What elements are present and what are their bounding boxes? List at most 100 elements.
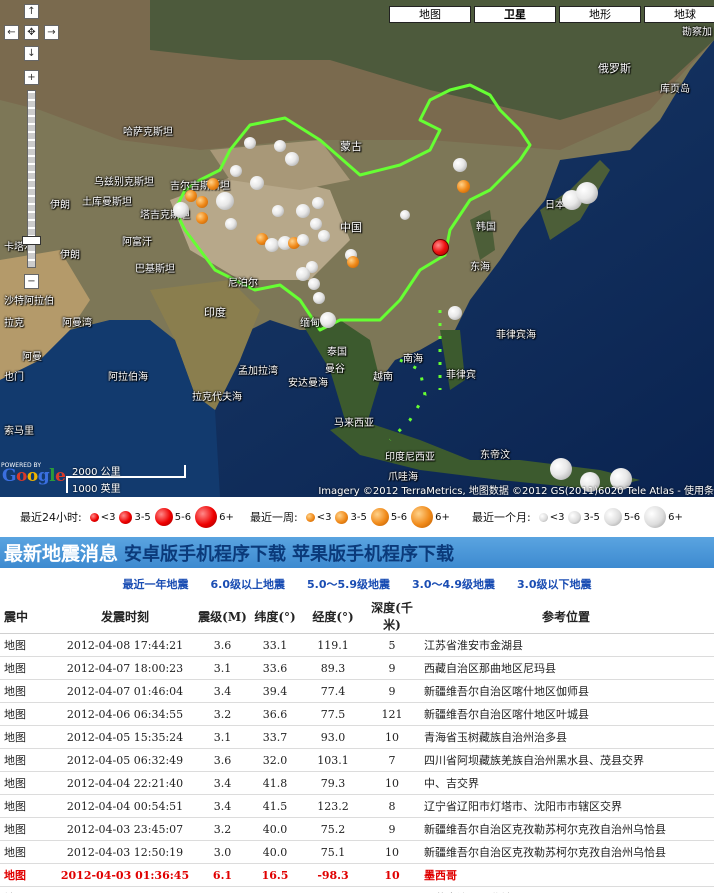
- epicenter-map-link[interactable]: 地图: [0, 679, 55, 703]
- pan-down-icon[interactable]: ↓: [24, 46, 39, 61]
- epicenter-map-link[interactable]: 地图: [0, 771, 55, 795]
- epicenter-map-link[interactable]: 地图: [0, 886, 55, 893]
- quake-marker[interactable]: [296, 204, 310, 218]
- scale-mi-label: 1000 英里: [72, 484, 121, 495]
- android-app-download-link[interactable]: 安卓版手机程序下载: [124, 540, 286, 566]
- filter-last-year-link[interactable]: 最近一年地震: [123, 576, 189, 596]
- quake-marker[interactable]: [308, 278, 320, 290]
- epicenter-map-link[interactable]: 地图: [0, 702, 55, 726]
- quake-marker[interactable]: [320, 312, 336, 328]
- table-row[interactable]: 地图 2012-04-03 12:50:19 3.0 40.0 75.1 10 新疆维吾尔自…: [0, 840, 714, 864]
- table-row[interactable]: 地图 2012-04-04 22:21:40 3.4 41.8 79.3 10 中、吉交界: [0, 771, 714, 795]
- pan-right-icon[interactable]: →: [44, 25, 59, 40]
- location-cell: 四川省阿坝藏族羌族自治州黑水县、茂县交界: [418, 748, 714, 772]
- filter-6plus-link[interactable]: 6.0级以上地震: [211, 576, 286, 596]
- quake-marker[interactable]: [285, 152, 299, 166]
- epicenter-map-link[interactable]: 地图: [0, 633, 55, 657]
- table-row[interactable]: 地图 2012-04-03 01:36:45 6.1 16.5 -98.3 10 墨西哥: [0, 863, 714, 887]
- table-row[interactable]: 地图 2012-04-03 23:45:07 3.2 40.0 75.2 9 新疆维吾尔自治…: [0, 817, 714, 841]
- quake-marker[interactable]: [207, 178, 219, 190]
- quake-marker[interactable]: [230, 165, 242, 177]
- quake-marker[interactable]: [576, 182, 598, 204]
- epicenter-map-link[interactable]: 地图: [0, 748, 55, 772]
- longitude-cell: 103.1: [300, 748, 366, 772]
- quake-marker[interactable]: [196, 212, 208, 224]
- quake-marker[interactable]: [274, 140, 286, 152]
- zoom-in-icon[interactable]: +: [24, 70, 39, 85]
- quake-marker[interactable]: [216, 192, 234, 210]
- longitude-cell: 88.0: [300, 886, 366, 893]
- quake-marker[interactable]: [310, 218, 322, 230]
- quake-marker[interactable]: [225, 218, 237, 230]
- quake-marker[interactable]: [318, 230, 330, 242]
- map-label: 孟加拉湾: [238, 366, 278, 377]
- depth-cell: 121: [366, 702, 418, 726]
- map-type-map-button[interactable]: 地图: [389, 6, 471, 23]
- table-row[interactable]: 地图 2012-04-07 18:00:23 3.1 33.6 89.3 9 西藏自治区那曲…: [0, 656, 714, 680]
- epicenter-map-link[interactable]: 地图: [0, 840, 55, 864]
- map-type-earth-button[interactable]: 地球: [644, 6, 714, 23]
- earthquake-table: 震中 发震时刻 震级(M) 纬度(°) 经度(°) 深度(千米) 参考位置 地图…: [0, 599, 714, 893]
- table-row[interactable]: 地图 2012-04-05 15:35:24 3.1 33.7 93.0 10 青海省玉树藏…: [0, 725, 714, 749]
- table-row[interactable]: 地图 2012-04-07 01:46:04 3.4 39.4 77.4 9 新疆维吾尔自治…: [0, 679, 714, 703]
- filter-3-to-4_9-link[interactable]: 3.0～4.9级地震: [412, 576, 495, 596]
- map-label: 索马里: [4, 426, 34, 437]
- longitude-cell: -98.3: [300, 863, 366, 887]
- map-label: 拉克: [4, 318, 24, 329]
- earthquake-map[interactable]: 俄罗斯 日本 哈萨克斯坦 蒙古 乌兹别克斯坦 吉尔吉斯斯坦 土库曼斯坦 塔吉克斯…: [0, 0, 714, 497]
- quake-marker[interactable]: [272, 205, 284, 217]
- quake-marker[interactable]: [448, 306, 462, 320]
- magnitude-cell: 3.1: [195, 725, 250, 749]
- quake-marker[interactable]: [250, 176, 264, 190]
- quake-marker[interactable]: [432, 239, 449, 256]
- legend-week: 最近一周: <3 3-5 5-6 6+: [250, 500, 452, 534]
- map-label: 阿曼: [22, 352, 42, 363]
- location-cell: 新疆维吾尔自治区喀什地区伽师县: [418, 679, 714, 703]
- quake-marker[interactable]: [296, 267, 310, 281]
- apple-app-download-link[interactable]: 苹果版手机程序下载: [292, 540, 454, 566]
- quake-marker[interactable]: [196, 196, 208, 208]
- epicenter-map-link[interactable]: 地图: [0, 656, 55, 680]
- epicenter-map-link[interactable]: 地图: [0, 725, 55, 749]
- magnitude-cell: 3.2: [195, 702, 250, 726]
- map-label: 巴基斯坦: [135, 264, 175, 275]
- col-header-location: 参考位置: [418, 599, 714, 634]
- quake-marker[interactable]: [313, 292, 325, 304]
- quake-marker[interactable]: [453, 158, 467, 172]
- quake-marker[interactable]: [265, 238, 279, 252]
- red-dot-icon: [119, 510, 133, 524]
- zoom-slider-thumb[interactable]: [22, 236, 41, 245]
- epicenter-map-link[interactable]: 地图: [0, 863, 55, 887]
- pan-left-icon[interactable]: ←: [4, 25, 19, 40]
- table-row[interactable]: 地图 2012-04-04 00:54:51 3.4 41.5 123.2 8 辽宁省辽阳市…: [0, 794, 714, 818]
- quake-marker[interactable]: [400, 210, 410, 220]
- pan-up-icon[interactable]: ↑: [24, 4, 39, 19]
- pan-center-icon[interactable]: ✥: [24, 25, 39, 40]
- map-label: 中国: [340, 221, 362, 234]
- quake-marker[interactable]: [550, 458, 572, 480]
- time-cell: 2012-04-07 01:46:04: [55, 679, 195, 703]
- map-label: 尼泊尔: [228, 278, 258, 289]
- map-type-satellite-button[interactable]: 卫星: [474, 6, 556, 23]
- white-dot-icon: [568, 510, 582, 524]
- table-row[interactable]: 地图 2012-04-05 06:32:49 3.6 32.0 103.1 7 四川省阿坝藏…: [0, 748, 714, 772]
- epicenter-map-link[interactable]: 地图: [0, 794, 55, 818]
- table-row[interactable]: 地图 2012-04-08 17:44:21 3.6 33.1 119.1 5 江苏省淮安市…: [0, 633, 714, 657]
- quake-marker[interactable]: [244, 137, 256, 149]
- filter-below-3-link[interactable]: 3.0级以下地震: [517, 576, 592, 596]
- quake-marker[interactable]: [347, 256, 359, 268]
- epicenter-map-link[interactable]: 地图: [0, 817, 55, 841]
- headline-title: 最新地震消息: [4, 543, 119, 565]
- quake-marker[interactable]: [312, 197, 324, 209]
- filter-5-to-5_9-link[interactable]: 5.0～5.9级地震: [307, 576, 390, 596]
- quake-marker[interactable]: [297, 234, 309, 246]
- table-row[interactable]: 地图 2012-04-06 06:34:55 3.2 36.6 77.5 121 新疆维吾尔…: [0, 702, 714, 726]
- depth-cell: 9: [366, 817, 418, 841]
- table-row[interactable]: 地图2012-04-03 00:23:303.334.188.06西藏自治区那曲…: [0, 886, 714, 893]
- quake-marker[interactable]: [173, 202, 189, 218]
- quake-marker[interactable]: [457, 180, 470, 193]
- google-logo[interactable]: Google: [2, 466, 66, 486]
- map-type-terrain-button[interactable]: 地形: [559, 6, 641, 23]
- zoom-out-icon[interactable]: −: [24, 274, 39, 289]
- col-header-longitude: 经度(°): [300, 599, 366, 634]
